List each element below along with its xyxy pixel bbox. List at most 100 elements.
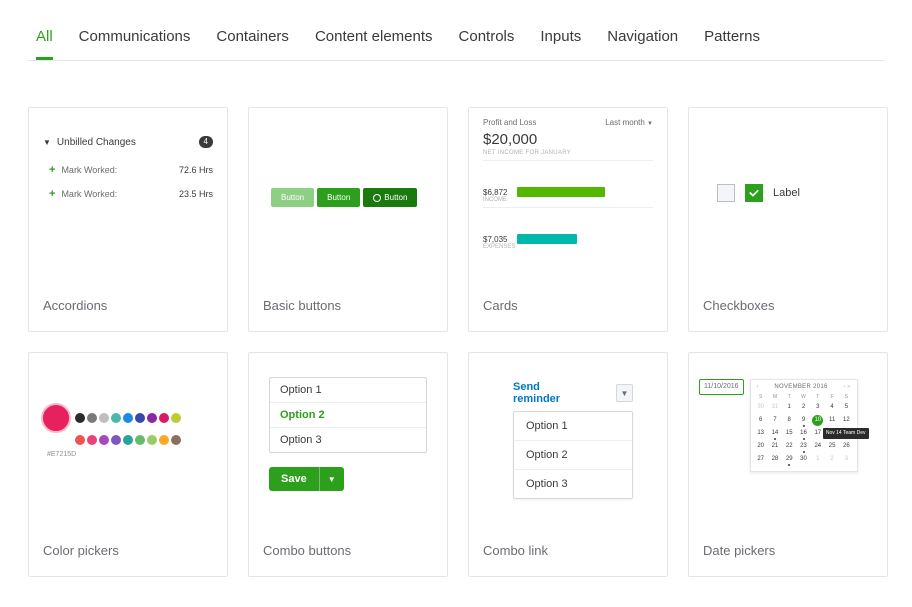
accordion-row-value: 23.5 Hrs	[179, 189, 213, 199]
calendar-day: 31	[769, 402, 780, 413]
calendar-day: 9	[798, 415, 809, 426]
tab-all[interactable]: All	[36, 24, 53, 60]
calendar-day: 7	[769, 415, 780, 426]
accordion-row-value: 72.6 Hrs	[179, 165, 213, 175]
calendar-day: 26	[841, 441, 852, 452]
tab-controls[interactable]: Controls	[459, 24, 515, 60]
pl-heading: Profit and Loss	[483, 118, 536, 127]
bar-expenses	[517, 234, 577, 244]
color-swatch	[111, 435, 121, 445]
combo-option: Option 3	[270, 428, 426, 452]
card-title: Color pickers	[29, 533, 227, 576]
plus-icon: +	[49, 164, 55, 176]
combo-link-option: Option 3	[514, 470, 632, 498]
calendar-dow: M	[769, 394, 781, 400]
tab-inputs[interactable]: Inputs	[540, 24, 581, 60]
category-tabs: All Communications Containers Content el…	[28, 16, 884, 61]
calendar-day: 23	[798, 441, 809, 452]
calendar-next-icon: › »	[844, 384, 851, 390]
card-checkboxes[interactable]: Label Checkboxes	[688, 107, 888, 332]
calendar-day: 28	[769, 454, 780, 465]
pl-period: Last month ▼	[605, 118, 653, 127]
combo-link-dropdown-toggle: ▼	[616, 384, 633, 402]
calendar-day: 1	[784, 402, 795, 413]
pl-expenses-label: EXPENSES	[483, 244, 653, 250]
card-title: Combo link	[469, 533, 667, 576]
pl-amount: $20,000	[483, 131, 653, 148]
color-swatch	[159, 413, 169, 423]
calendar-day: 30	[755, 402, 766, 413]
card-cards[interactable]: Profit and Loss Last month ▼ $20,000 NET…	[468, 107, 668, 332]
calendar-day: 22	[784, 441, 795, 452]
card-date-pickers[interactable]: 11/10/2016 ‹ NOVEMBER 2016 › » SMTWTFS30…	[688, 352, 888, 577]
tab-patterns[interactable]: Patterns	[704, 24, 760, 60]
pl-expenses-value: $7,035	[483, 235, 511, 244]
calendar-day: 20	[755, 441, 766, 452]
combo-option-list: Option 1Option 2Option 3	[269, 377, 427, 453]
save-dropdown-toggle: ▼	[319, 467, 344, 491]
calendar-dow: S	[840, 394, 852, 400]
calendar-day: 12	[841, 415, 852, 426]
button-example-light: Button	[271, 188, 314, 207]
bar-income	[517, 187, 605, 197]
calendar-day: 11	[827, 415, 838, 426]
calendar-dow: W	[797, 394, 809, 400]
calendar-day: 8	[784, 415, 795, 426]
color-swatch	[171, 413, 181, 423]
calendar-month: NOVEMBER 2016	[774, 384, 827, 390]
combo-link-label: Send reminder	[513, 381, 586, 405]
combo-link-option: Option 1	[514, 412, 632, 441]
calendar-dow: T	[812, 394, 824, 400]
calendar-day: 17	[812, 428, 823, 439]
checkbox-label: Label	[773, 187, 800, 199]
globe-icon	[373, 194, 381, 202]
color-swatch	[159, 435, 169, 445]
card-accordions[interactable]: ▼Unbilled Changes 4 +Mark Worked: 72.6 H…	[28, 107, 228, 332]
card-title: Checkboxes	[689, 288, 887, 331]
calendar-prev-icon: ‹	[757, 384, 759, 390]
combo-option: Option 2	[270, 403, 426, 428]
checkbox-unchecked	[717, 184, 735, 202]
color-swatch	[147, 435, 157, 445]
calendar-day: 13	[755, 428, 766, 439]
card-color-pickers[interactable]: #E7215D Color pickers	[28, 352, 228, 577]
color-swatch	[135, 435, 145, 445]
calendar-day: 2	[798, 402, 809, 413]
tab-containers[interactable]: Containers	[216, 24, 289, 60]
chevron-down-icon: ▼	[647, 121, 653, 127]
color-swatch	[75, 413, 85, 423]
color-swatch	[99, 413, 109, 423]
tab-navigation[interactable]: Navigation	[607, 24, 678, 60]
color-swatch	[135, 413, 145, 423]
calendar-day: 14	[769, 428, 780, 439]
card-combo-buttons[interactable]: Option 1Option 2Option 3 Save ▼ Combo bu…	[248, 352, 448, 577]
combo-link-option: Option 2	[514, 441, 632, 470]
color-swatch	[123, 435, 133, 445]
calendar: ‹ NOVEMBER 2016 › » SMTWTFS3031123456789…	[750, 379, 858, 472]
calendar-day: 10	[812, 415, 823, 426]
accordion-row-label: Mark Worked:	[61, 189, 117, 199]
color-swatch-selected	[41, 403, 71, 433]
accordion-row-label: Mark Worked:	[61, 165, 117, 175]
combo-link-option-list: Option 1Option 2Option 3	[513, 411, 633, 499]
combo-option: Option 1	[270, 378, 426, 403]
plus-icon: +	[49, 188, 55, 200]
calendar-day: 24	[812, 441, 823, 452]
pl-income-value: $6,872	[483, 188, 511, 197]
color-swatch	[111, 413, 121, 423]
color-swatch	[87, 413, 97, 423]
button-example-mid: Button	[317, 188, 360, 207]
calendar-day: 16	[798, 428, 809, 439]
calendar-tooltip: Nov 14 Team Dev	[823, 428, 869, 439]
button-example-dark: Button	[363, 188, 417, 207]
chevron-down-icon: ▼	[43, 138, 51, 147]
checkbox-checked	[745, 184, 763, 202]
tab-content-elements[interactable]: Content elements	[315, 24, 433, 60]
card-combo-link[interactable]: Send reminder ▼ Option 1Option 2Option 3…	[468, 352, 668, 577]
check-icon	[748, 187, 760, 199]
calendar-day: 29	[784, 454, 795, 465]
card-title: Basic buttons	[249, 288, 447, 331]
calendar-day: 2	[827, 454, 838, 465]
tab-communications[interactable]: Communications	[79, 24, 191, 60]
card-basic-buttons[interactable]: Button Button Button Basic buttons	[248, 107, 448, 332]
